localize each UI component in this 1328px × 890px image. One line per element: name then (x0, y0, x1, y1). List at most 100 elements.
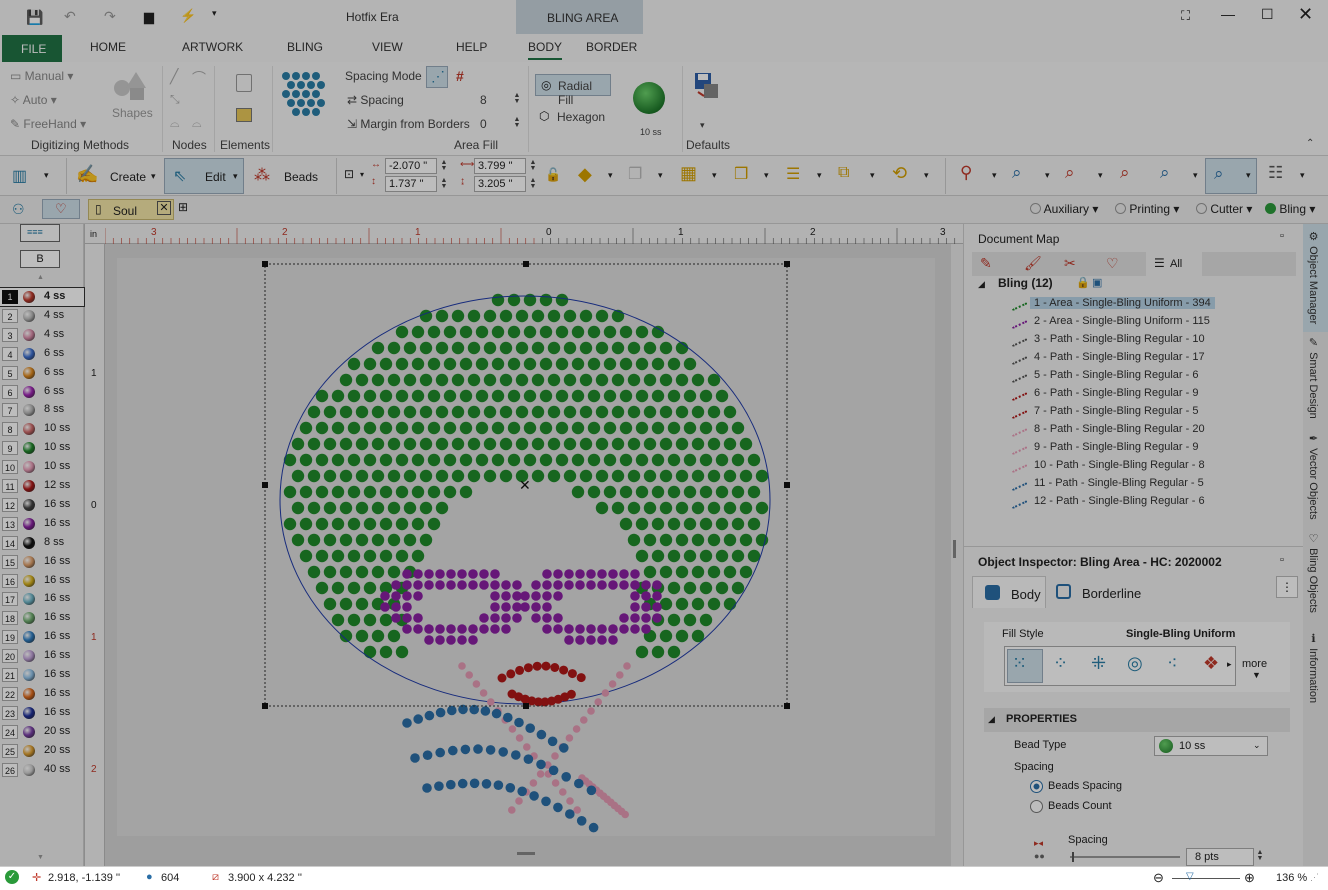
tab-view[interactable]: VIEW (372, 40, 403, 54)
layers-icon[interactable]: ⚇ (12, 201, 25, 218)
tab-artwork[interactable]: ARTWORK (182, 40, 243, 54)
width-input[interactable]: 3.799 " (474, 158, 526, 174)
vertical-scroll-thumb[interactable] (953, 540, 956, 558)
properties-header[interactable]: ◢ PROPERTIES (984, 708, 1290, 732)
bling-artwork[interactable]: ✕ (117, 258, 935, 836)
quick-access-dropdown-icon[interactable]: ▾ (212, 8, 217, 19)
maximize-button[interactable]: ☐ (1261, 6, 1274, 23)
side-tab-smart-design[interactable]: ✎ Smart Design (1307, 336, 1320, 419)
fill-style-random-icon[interactable]: ⁖ (1167, 653, 1178, 674)
palette-item[interactable]: 8 10 ss (0, 420, 84, 438)
zoom-out-icon[interactable]: ⊖ (1153, 870, 1164, 886)
area-fill-beads-icon[interactable] (280, 70, 328, 122)
align-icon[interactable]: ☰ (786, 164, 800, 184)
filter-brush-icon[interactable]: 🖌 (1024, 255, 1042, 272)
align-dropdown-icon[interactable]: ▾ (817, 170, 822, 181)
y-spinner-icon[interactable]: ▲ ▼ (440, 177, 448, 190)
palette-b-button[interactable]: B (20, 250, 60, 268)
mode-cutter[interactable]: Cutter ▾ (1196, 202, 1252, 216)
minimize-button[interactable]: — (1221, 6, 1235, 22)
gallery-scroll-icon[interactable]: ▸ (1227, 659, 1232, 670)
palette-dropdown-icon[interactable]: ▾ (44, 170, 49, 181)
tab-border[interactable]: BORDER (586, 40, 637, 54)
palette-item[interactable]: 10 10 ss (0, 458, 84, 476)
spacing-value[interactable]: 8 (480, 93, 487, 107)
spacing-mode-line-icon[interactable]: ⋰ (426, 66, 448, 88)
close-tab-icon[interactable]: ✕ (157, 201, 171, 215)
zoom-page-icon[interactable]: ⌕ (1065, 163, 1075, 183)
palette-item[interactable]: 16 16 ss (0, 572, 84, 590)
edit-button[interactable]: ⇖ Edit ▾ (164, 158, 244, 194)
tab-home[interactable]: HOME (90, 40, 126, 54)
zoom-icon[interactable]: ⌕ (1012, 163, 1022, 183)
duplicate-icon[interactable]: ❐ (628, 164, 642, 184)
palette-item[interactable]: 15 16 ss (0, 553, 84, 571)
margin-value[interactable]: 0 (480, 117, 487, 131)
palette-item[interactable]: 24 20 ss (0, 723, 84, 741)
list-view-icon[interactable]: ☷ (1268, 163, 1283, 183)
mode-auxiliary[interactable]: Auxiliary ▾ (1030, 202, 1098, 216)
list-view-dropdown-icon[interactable]: ▾ (1300, 170, 1305, 181)
zoom-fit-button[interactable]: ⌕ ▾ (1205, 158, 1257, 194)
arrange-icon[interactable]: ❒ (734, 164, 748, 184)
palette-item[interactable]: 9 10 ss (0, 439, 84, 457)
side-tab-information[interactable]: ℹ Information (1307, 632, 1320, 703)
panel-pin-icon[interactable]: ▫ (1280, 230, 1284, 242)
order-icon[interactable]: ⧉ (838, 164, 849, 182)
horizontal-scroll-thumb[interactable] (517, 852, 535, 855)
tree-item[interactable]: 9 - Path - Single-Bling Regular - 9 (1008, 438, 1202, 456)
zoom-selection-dropdown-icon[interactable]: ▾ (1193, 170, 1198, 181)
mode-printing[interactable]: Printing ▾ (1115, 202, 1179, 216)
margin-spinner-icon[interactable]: ▲ ▼ (513, 116, 521, 129)
tree-item[interactable]: 6 - Path - Single-Bling Regular - 9 (1008, 384, 1202, 402)
zoom-dropdown-icon[interactable]: ▾ (1045, 170, 1050, 181)
transform-icon[interactable]: ⟲ (892, 163, 907, 184)
more-dropdown-icon[interactable]: ▼ (1252, 670, 1261, 680)
tree-item[interactable]: 12 - Path - Single-Bling Regular - 6 (1008, 492, 1209, 510)
palette-item[interactable]: 18 16 ss (0, 609, 84, 627)
palette-item[interactable]: 23 16 ss (0, 704, 84, 722)
bling-view-button[interactable]: ♡ (42, 199, 80, 219)
palette-item[interactable]: 21 16 ss (0, 666, 84, 684)
line-node-icon[interactable]: ╱ (170, 68, 178, 85)
group-dropdown-icon[interactable]: ▾ (712, 170, 717, 181)
tree-item[interactable]: 1 - Area - Single-Bling Uniform - 394 (1008, 294, 1215, 312)
hexagon-button[interactable]: ⬡ Hexagon (535, 106, 611, 128)
tab-body[interactable]: BODY (528, 40, 563, 60)
side-tab-bling-objects[interactable]: ♡ Bling Objects (1307, 532, 1320, 613)
group-icon[interactable]: ▦ (680, 163, 697, 184)
y-position-input[interactable]: 1.737 " (385, 176, 437, 192)
palette-item[interactable]: 4 6 ss (0, 345, 84, 363)
freehand-button[interactable]: ✎ FreeHand ▾ (10, 117, 86, 131)
save-icon[interactable]: 💾 (26, 9, 43, 26)
fill-style-shape-icon[interactable]: ⁘ (1053, 653, 1068, 674)
edit-dropdown-icon[interactable]: ▾ (233, 171, 238, 182)
position-anchor-icon[interactable]: ⊡ (344, 167, 354, 181)
palette-item[interactable]: 22 16 ss (0, 685, 84, 703)
side-tab-object-manager[interactable]: ⚙ Object Manager (1307, 230, 1320, 324)
tab-help[interactable]: HELP (456, 40, 487, 54)
palette-item[interactable]: 3 4 ss (0, 326, 84, 344)
inspector-menu-icon[interactable]: ⋮ (1276, 576, 1298, 598)
spacing-slider-thumb[interactable] (1072, 852, 1074, 862)
tree-item[interactable]: 3 - Path - Single-Bling Regular - 10 (1008, 330, 1209, 348)
inspect-icon[interactable]: ⚲ (960, 163, 972, 183)
inspector-pin-icon[interactable]: ▫ (1280, 554, 1284, 566)
palette-item[interactable]: 2 4 ss (0, 307, 84, 325)
curve-node-icon[interactable]: ⌒ (192, 68, 206, 88)
palette-view-button[interactable]: ≡≡≡ (20, 224, 60, 242)
document-tab[interactable]: ▯ Soul ✕ (88, 199, 174, 220)
fill-style-radial-icon[interactable]: ◎ (1127, 653, 1143, 674)
palette-item[interactable]: 12 16 ss (0, 496, 84, 514)
inspect-dropdown-icon[interactable]: ▾ (992, 170, 997, 181)
spacing-pts-input[interactable]: 8 pts (1186, 848, 1254, 866)
palette-item[interactable]: 11 12 ss (0, 477, 84, 495)
palette-item[interactable]: 5 6 ss (0, 364, 84, 382)
height-input[interactable]: 3.205 " (474, 176, 526, 192)
zoom-slider-thumb[interactable]: ▽ (1186, 871, 1194, 882)
scroll-up-icon[interactable]: ▲ (37, 274, 44, 281)
tree-item[interactable]: 5 - Path - Single-Bling Regular - 6 (1008, 366, 1202, 384)
undo-icon[interactable]: ↶ (64, 8, 76, 25)
zoom-fit-dropdown-icon[interactable]: ▾ (1246, 170, 1251, 181)
tree-item[interactable]: 7 - Path - Single-Bling Regular - 5 (1008, 402, 1202, 420)
